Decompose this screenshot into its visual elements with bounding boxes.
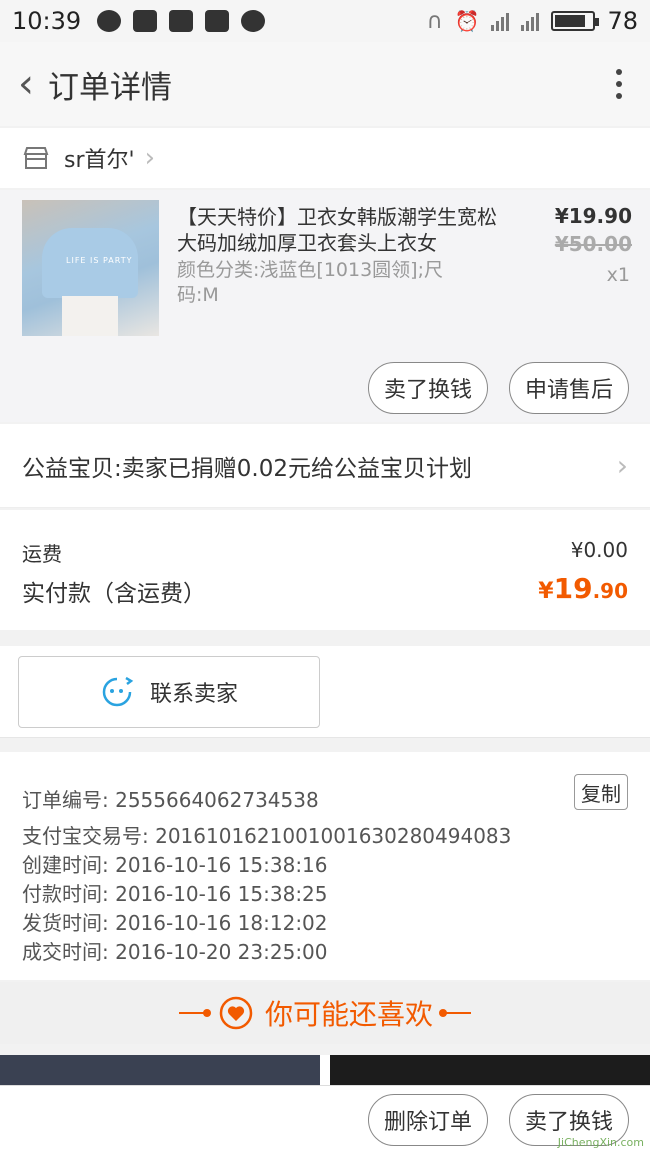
order-info: 订单编号: 2555664062734538 复制 支付宝交易号: 201610…	[0, 752, 650, 980]
shipping-label: 运费	[22, 542, 62, 566]
paid-decimal: .90	[592, 579, 628, 603]
product-original-price: ¥50.00	[554, 232, 632, 256]
delete-order-button[interactable]: 删除订单	[368, 1094, 488, 1146]
bottom-action-bar: 删除订单 卖了换钱 JiChengXin.com	[0, 1085, 650, 1155]
divider-left	[178, 1009, 211, 1017]
page-title: 订单详情	[48, 69, 172, 106]
shipping-value: ¥0.00	[570, 538, 628, 562]
recommend-product-image[interactable]	[0, 1055, 320, 1085]
charity-text: 公益宝贝:卖家已捐赠0.02元给公益宝贝计划	[22, 455, 472, 482]
created-time: 创建时间: 2016-10-16 15:38:16	[22, 853, 328, 877]
watermark: JiChengXin.com	[557, 1136, 644, 1149]
news-icon	[205, 10, 230, 32]
recommend-title: 你可能还喜欢	[264, 998, 433, 1031]
product-image[interactable]: LIFE IS PARTY	[22, 200, 159, 336]
divider-right	[439, 1009, 471, 1017]
product-quantity: x1	[606, 264, 630, 286]
product-sku: 颜色分类:浅蓝色[1013圆领];尺码:M	[177, 259, 443, 306]
order-item[interactable]: LIFE IS PARTY 【天天特价】卫衣女韩版潮学生宽松大码加绒加厚卫衣套头…	[0, 190, 650, 422]
product-price: ¥19.90	[554, 204, 632, 228]
paid-currency: ¥	[538, 579, 554, 604]
status-time: 10:39	[12, 7, 82, 35]
battery-icon	[551, 11, 600, 31]
charity-row[interactable]: 公益宝贝:卖家已捐赠0.02元给公益宝贝计划 ›	[0, 424, 650, 508]
closed-time: 成交时间: 2016-10-20 23:25:00	[22, 940, 328, 964]
chat-face-icon	[102, 676, 134, 707]
contact-section: 联系卖家	[0, 646, 650, 738]
signal-4g-icon	[521, 11, 540, 31]
paid-time: 付款时间: 2016-10-16 15:38:25	[22, 882, 328, 906]
aperture-icon	[241, 10, 266, 32]
chevron-right-icon: ›	[144, 143, 155, 173]
contact-seller-button[interactable]: 联系卖家	[18, 656, 320, 728]
heart-icon	[219, 996, 253, 1030]
shop-name: sr首尔'	[64, 148, 135, 173]
paid-amount: ¥19.90	[538, 572, 628, 605]
message-icon	[133, 10, 158, 32]
store-icon	[23, 147, 49, 169]
product-title: 【天天特价】卫衣女韩版潮学生宽松大码加绒加厚卫衣套头上衣女	[177, 205, 497, 255]
product-image-text: LIFE IS PARTY	[66, 256, 133, 265]
alipay-trade-number: 支付宝交易号: 2016101621001001630280494083	[22, 824, 512, 848]
copy-button[interactable]: 复制	[574, 774, 628, 810]
recommend-images	[0, 1055, 650, 1085]
recommend-header: 你可能还喜欢	[0, 982, 650, 1044]
nav-bar: ‹ 订单详情	[0, 42, 650, 126]
recommend-product-image[interactable]	[330, 1055, 650, 1085]
alarm-icon: ⏰	[454, 9, 480, 33]
pants-shape	[62, 296, 118, 336]
chat-icon	[97, 10, 122, 32]
more-menu-icon[interactable]	[606, 63, 632, 105]
paid-label: 实付款（含运费）	[22, 581, 206, 607]
headset-icon: ∩	[426, 8, 443, 34]
status-bar: 10:39 ∩ ⏰ 78	[0, 0, 650, 42]
paid-integer: 19	[553, 572, 593, 605]
battery-level: 78	[607, 7, 638, 35]
back-arrow-icon[interactable]: ‹	[18, 64, 34, 104]
contact-seller-label: 联系卖家	[149, 682, 238, 707]
sell-for-cash-button[interactable]: 卖了换钱	[368, 362, 488, 414]
mail-icon	[169, 10, 194, 32]
chevron-right-icon: ›	[616, 449, 628, 482]
after-sale-button[interactable]: 申请售后	[509, 362, 629, 414]
fees-section: 运费 ¥0.00 实付款（含运费） ¥19.90	[0, 510, 650, 630]
order-number: 订单编号: 2555664062734538	[22, 788, 319, 812]
signal-icon	[491, 11, 510, 31]
shipped-time: 发货时间: 2016-10-16 18:12:02	[22, 911, 328, 935]
shop-row[interactable]: sr首尔' ›	[0, 128, 650, 188]
notification-icons	[97, 10, 266, 32]
